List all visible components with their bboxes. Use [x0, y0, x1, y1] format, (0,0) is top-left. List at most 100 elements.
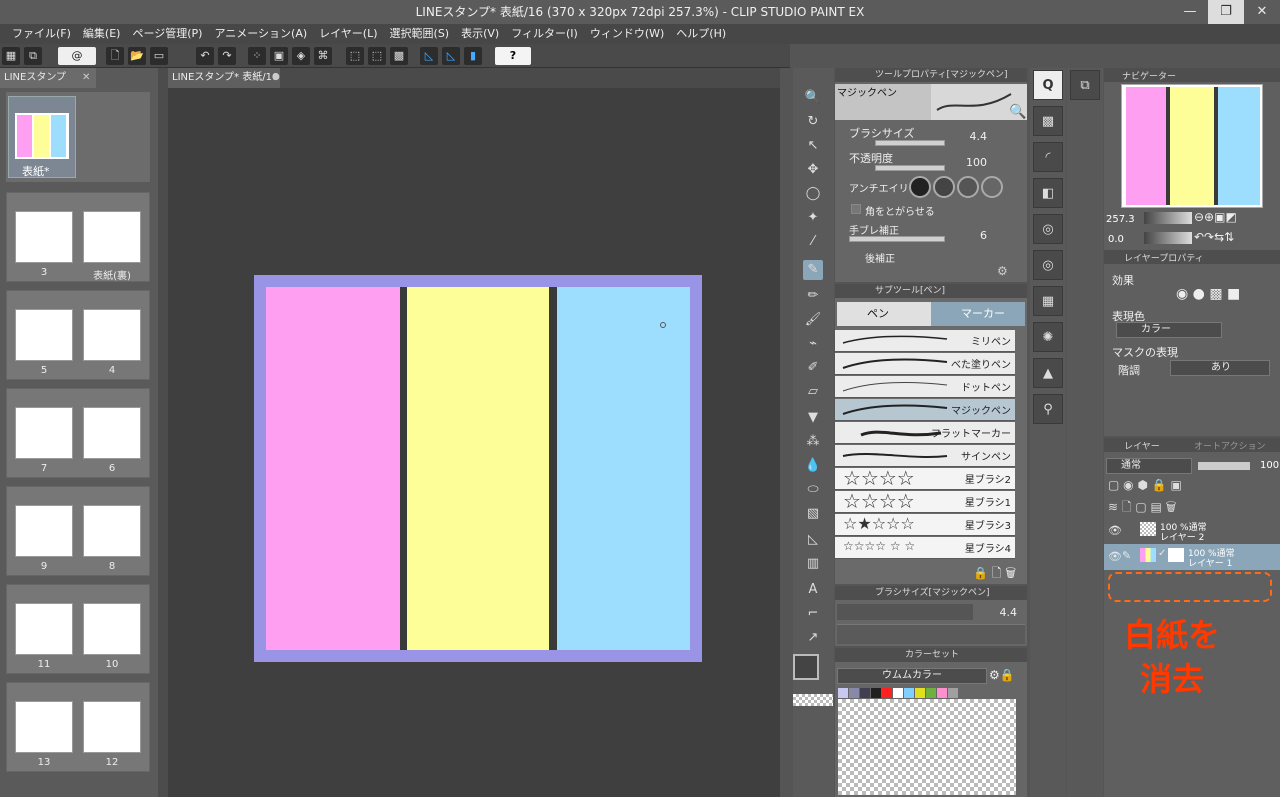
stabilize-slider[interactable] [849, 236, 945, 242]
quick-access-icon[interactable]: Q [1033, 70, 1063, 100]
brush-item[interactable]: ☆★☆☆☆ 星ブラシ3 [835, 514, 1015, 536]
figure-icon[interactable]: ⬭ [803, 480, 823, 500]
layer-opacity-slider[interactable] [1198, 462, 1250, 470]
effect-icons[interactable]: ◉ ● ▩ ■ [1176, 286, 1240, 302]
material-disc-icon[interactable]: ◎ [1033, 250, 1063, 280]
menu-help[interactable]: ヘルプ(H) [670, 24, 732, 44]
move-layer-icon[interactable]: ✥ [803, 160, 823, 180]
menu-layer[interactable]: レイヤー(L) [313, 24, 383, 44]
color-swatch[interactable] [849, 688, 859, 698]
wrench-icon[interactable]: ⚙ [997, 264, 1008, 278]
ruler-snap-icon[interactable]: ◺ [420, 47, 438, 65]
menu-window[interactable]: ウィンドウ(W) [584, 24, 670, 44]
layer-row-selected[interactable]: 👁 ✎ ✓ 100 %通常 レイヤー 1 [1104, 544, 1280, 570]
fill-icon[interactable]: ◈ [292, 47, 310, 65]
zoom-buttons[interactable]: ⊖⊕▣◩ [1194, 210, 1237, 224]
color-swatch[interactable] [838, 688, 848, 698]
tab-pen[interactable]: ペン [837, 302, 931, 326]
antialias-mid[interactable] [957, 176, 979, 198]
empty-swatch-grid[interactable] [838, 699, 1016, 795]
transform-icon[interactable]: ⌘ [314, 47, 332, 65]
menu-view[interactable]: 表示(V) [455, 24, 505, 44]
brush-size-slider[interactable] [875, 140, 945, 146]
brush-item-selected[interactable]: マジックペン [835, 399, 1015, 421]
brush-item[interactable]: ドットペン [835, 376, 1015, 398]
color-swatch[interactable] [871, 688, 881, 698]
menu-selection[interactable]: 選択範囲(S) [384, 24, 456, 44]
layer-row[interactable]: 👁 100 %通常 レイヤー 2 [1104, 518, 1280, 544]
color-swatch[interactable] [893, 688, 903, 698]
special-ruler-snap-icon[interactable]: ◺ [442, 47, 460, 65]
close-button[interactable]: ✕ [1244, 0, 1280, 24]
brush-item[interactable]: フラットマーカー [835, 422, 1015, 444]
main-color-swatch[interactable] [793, 654, 819, 680]
menu-file[interactable]: ファイル(F) [6, 24, 77, 44]
help-button[interactable]: ? [495, 47, 531, 65]
layer-property-tab[interactable]: レイヤープロパティ [1124, 251, 1204, 264]
material-icon[interactable]: ▩ [1033, 106, 1063, 136]
color-swatch[interactable] [860, 688, 870, 698]
gradation-dropdown[interactable]: あり [1170, 360, 1270, 376]
brush-size-presets[interactable] [837, 624, 1025, 644]
erase-icon[interactable]: ⁘ [248, 47, 266, 65]
rotate-icon[interactable]: ↻ [803, 112, 823, 132]
antialias-none[interactable] [909, 176, 931, 198]
material-disc-icon[interactable]: ◎ [1033, 214, 1063, 244]
close-icon[interactable]: ✕ [82, 72, 90, 83]
color-swatch[interactable] [904, 688, 914, 698]
new-file-icon[interactable]: 🗋 [106, 47, 124, 65]
opacity-slider[interactable] [875, 165, 945, 171]
blend-mode-dropdown[interactable]: 通常 [1106, 458, 1192, 474]
select-all-icon[interactable]: ⬚ [346, 47, 364, 65]
canvas-area[interactable]: LINEスタンプ* 表紙/16 ● [168, 68, 790, 797]
material-effect-icon[interactable]: ✺ [1033, 322, 1063, 352]
rotate-slider[interactable] [1144, 232, 1192, 244]
rotate-buttons[interactable]: ↶↷⇆⇅ [1194, 230, 1234, 244]
sub-tool-actions[interactable]: 🔒 🗋 🗑 [973, 564, 1016, 585]
page-spread[interactable]: 11 10 [6, 584, 150, 674]
layer-toolbar-icons[interactable]: ▢ ◉ ⬢ 🔒 ▣ [1108, 478, 1182, 492]
text-icon[interactable]: A [803, 580, 823, 600]
material-folder-icon[interactable]: ◧ [1033, 178, 1063, 208]
material-pattern-icon[interactable]: ▦ [1033, 286, 1063, 316]
eye-icon[interactable]: 👁 [1108, 550, 1122, 563]
antialias-weak[interactable] [933, 176, 955, 198]
deselect-icon[interactable]: ⬚ [368, 47, 386, 65]
zoom-slider[interactable] [1144, 212, 1192, 224]
ruler-icon[interactable]: ◺ [803, 530, 823, 550]
antialias-strong[interactable] [981, 176, 1003, 198]
airbrush-icon[interactable]: ⌁ [803, 334, 823, 354]
navigator-tab[interactable]: ナビゲーター [1122, 69, 1176, 82]
color-swatch[interactable] [937, 688, 947, 698]
page-spread[interactable]: 13 12 [6, 682, 150, 772]
minimize-button[interactable]: — [1172, 0, 1208, 24]
brush-item[interactable]: ミリペン [835, 330, 1015, 352]
drop-icon[interactable]: 💧 [803, 456, 823, 476]
layer-tab[interactable]: レイヤー [1124, 439, 1160, 452]
canvas-paper[interactable] [254, 275, 702, 662]
clip-studio-icon[interactable]: ⧉ [24, 47, 42, 65]
eyedropper-icon[interactable]: ⁄ [803, 232, 823, 252]
magic-wand-icon[interactable]: ✦ [803, 208, 823, 228]
material-curve-icon[interactable]: ◜ [1033, 142, 1063, 172]
transparent-color-swatch[interactable] [793, 694, 833, 706]
pen-tool-icon[interactable]: ✎ [803, 260, 823, 280]
page-spread[interactable]: 7 6 [6, 388, 150, 478]
sharpen-checkbox[interactable] [851, 204, 861, 214]
auto-action-tab[interactable]: オートアクション [1194, 439, 1266, 452]
decoration-icon[interactable]: ✐ [803, 358, 823, 378]
brush-item[interactable]: サインペン [835, 445, 1015, 467]
display-color-dropdown[interactable]: カラー [1116, 322, 1222, 338]
navigator-preview[interactable] [1121, 84, 1263, 208]
frame-icon[interactable]: ▥ [803, 554, 823, 574]
document-tab[interactable]: LINEスタンプ* 表紙/16 [168, 68, 280, 88]
open-folder-icon[interactable]: 📂 [128, 47, 146, 65]
save-icon[interactable]: ▭ [150, 47, 168, 65]
color-swatch[interactable] [915, 688, 925, 698]
brush-icon[interactable]: 🖌 [803, 310, 823, 330]
gradient-icon[interactable]: ▧ [803, 504, 823, 524]
eraser-icon[interactable]: ▱ [803, 382, 823, 402]
tab-marker[interactable]: マーカー [931, 302, 1025, 326]
color-swatch[interactable] [926, 688, 936, 698]
page-spread[interactable]: 9 8 [6, 486, 150, 576]
